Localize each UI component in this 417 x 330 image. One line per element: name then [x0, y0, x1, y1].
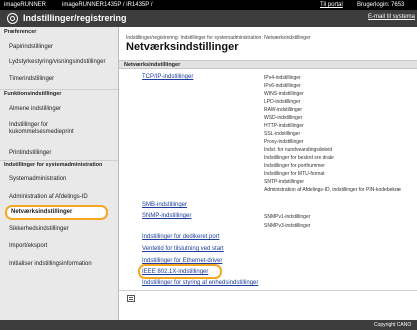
sidebar-item-print-settings[interactable]: Printindstillinger	[9, 150, 115, 157]
tcpip-desc: Indstillinger for beskrd sre drale	[264, 155, 334, 161]
tcpip-desc: HTTP-indstillinger	[264, 123, 304, 129]
snmp-settings-link[interactable]: SNMP-indstillinger	[142, 213, 191, 219]
tcpip-desc: Indstillinger for porthummer	[264, 163, 325, 169]
device-settings-link[interactable]: Indstillinger for styring af enhedsindst…	[142, 280, 258, 286]
smb-settings-link[interactable]: SMB-indstillinger	[142, 202, 187, 208]
sidebar-item-label-line2: kukommelsesmedieprint	[9, 129, 74, 135]
sidebar-heading-function: Funktionsindstillinger	[4, 91, 62, 97]
tcpip-desc: SNTP-indstillinger	[264, 179, 305, 185]
sidebar-item-dept-id[interactable]: Administration af Afdelings-ID	[9, 194, 115, 201]
tcpip-settings-link[interactable]: TCP/IP-indstillinger	[142, 74, 193, 80]
sidebar: Præferencer Papirindstillinger Lydstyrke…	[0, 27, 119, 320]
user-login-info: Brugerlogin: 7653	[357, 2, 405, 8]
tcpip-desc: Administration af Afdelings-ID, indstill…	[264, 187, 402, 193]
snmp-desc: SNMPv3-indstillinger	[264, 223, 311, 229]
tcpip-desc: LPD-indstillinger	[264, 99, 301, 105]
sidebar-item-common-settings[interactable]: Almene indstillinger	[9, 106, 115, 113]
model-name: imageRUNNER1435P / iR1435P /	[62, 2, 153, 8]
snmp-desc: SNMPv1-indstillinger	[264, 214, 311, 220]
sidebar-item-volume-display[interactable]: Lydstyrkestyring/visningsindstillinger	[9, 59, 115, 66]
tcpip-desc: WSD-indstillinger	[264, 115, 303, 121]
tcpip-desc: WINS-indstillinger	[264, 91, 304, 97]
section-header: Netværksindstillinger	[119, 60, 417, 69]
divider	[119, 290, 417, 291]
sidebar-item-paper-settings[interactable]: Papirindstillinger	[9, 44, 115, 51]
tcpip-desc: RAW-indstillinger	[264, 107, 303, 113]
sidebar-divider	[0, 160, 118, 161]
section-title: Netværksindstillinger	[124, 62, 181, 68]
sidebar-item-timer-settings[interactable]: Timerindstillinger	[9, 76, 115, 83]
sidebar-divider	[0, 89, 118, 90]
product-name: imageRUNNER	[4, 2, 47, 8]
page-menu-icon[interactable]	[127, 295, 135, 302]
settings-gear-icon	[7, 13, 18, 24]
sidebar-heading-preferences: Præferencer	[4, 29, 37, 35]
tcpip-desc: IPv4-indstillinger	[264, 75, 301, 81]
sidebar-item-label: Indstillinger for	[9, 122, 49, 128]
sidebar-item-import-export[interactable]: Import/eksport	[9, 243, 115, 250]
title-bar: Indstillinger/registrering E-mail til sy…	[0, 10, 417, 27]
portal-link[interactable]: Til portal	[320, 0, 343, 10]
page-title: Netværksindstillinger	[126, 41, 239, 53]
sidebar-item-memory-media-print[interactable]: Indstillinger for kukommelsesmedieprint	[9, 122, 115, 136]
sidebar-item-network-settings[interactable]: Netværksindstillinger	[5, 205, 108, 220]
dedicated-port-link[interactable]: Indstillinger for dedikeret port	[142, 234, 219, 240]
sidebar-item-system-admin[interactable]: Systemadministration	[9, 176, 115, 183]
startup-wait-link[interactable]: Ventetid for tilslutning ved start	[142, 246, 224, 252]
tcpip-desc: Indst. for nundveandingsdeleid	[264, 147, 333, 153]
tcpip-desc: SSL-indstillinger	[264, 131, 301, 137]
app-title: Indstillinger/registrering	[23, 13, 127, 23]
top-bar: imageRUNNER imageRUNNER1435P / iR1435P /…	[0, 0, 417, 10]
sidebar-item-security-settings[interactable]: Sikkerhedsindstillinger	[9, 226, 115, 233]
tcpip-desc: IPv6-indstillinger	[264, 83, 301, 89]
email-admin-link[interactable]: E-mail til systema	[368, 14, 415, 20]
tcpip-desc: Proxy-indstillinger	[264, 139, 304, 145]
ieee-8021x-link[interactable]: IEEE 802.1X-indstillinger	[142, 269, 208, 275]
copyright-text: Copyright CANO	[374, 322, 412, 328]
main-content: Indstillinger/registrering: Indstillinge…	[119, 27, 417, 320]
tcpip-desc: Indstillinger for MTU-format	[264, 171, 325, 177]
sidebar-item-initialize[interactable]: Initialiser indstillingsinformation	[9, 261, 115, 268]
sidebar-heading-admin: Indstillinger for systemadministration	[4, 162, 103, 168]
footer-bar: Copyright CANO	[0, 320, 417, 330]
